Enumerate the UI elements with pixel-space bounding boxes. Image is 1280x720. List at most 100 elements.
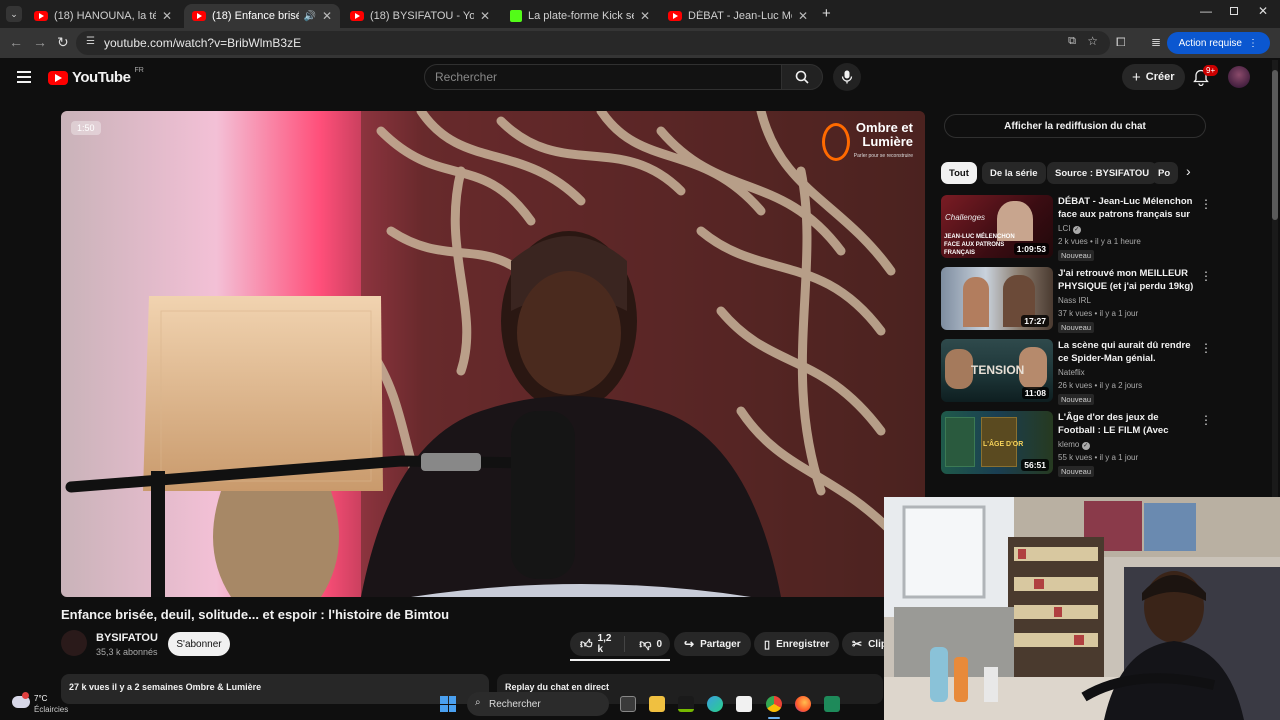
recommendation-title: La scène qui aurait dû rendre ce Spider-… xyxy=(1058,340,1191,364)
plus-icon: + xyxy=(1132,68,1141,86)
scrollbar-thumb[interactable] xyxy=(1272,70,1278,220)
recommendation-item[interactable]: Challenges JEAN-LUC MÉLENCHON FACE AUX P… xyxy=(941,195,1212,261)
chip-source[interactable]: Source : BYSIFATOU xyxy=(1047,162,1158,184)
maximize-window-icon[interactable] xyxy=(1230,7,1238,15)
tab-list-chevron-icon[interactable]: ⌄ xyxy=(6,6,22,22)
browser-address-bar: ← → ↻ ☰ youtube.com/watch?v=BribWlmB3zE … xyxy=(0,28,1280,58)
chips-next-chevron-icon[interactable]: › xyxy=(1186,163,1191,179)
browser-tab-debat[interactable]: DÉBAT - Jean-Luc Mélenchon fa ✕ xyxy=(660,4,816,28)
action-required-button[interactable]: Action requise ⋮ xyxy=(1166,32,1270,54)
windows-taskbar: 7°C Éclaircies ⌕ Rechercher xyxy=(0,688,884,720)
video-duration: 1:09:53 xyxy=(1013,243,1049,255)
forward-arrow-icon[interactable]: → xyxy=(33,34,47,50)
taskbar-search[interactable]: ⌕ Rechercher xyxy=(467,692,609,716)
reading-list-icon[interactable]: ≣ xyxy=(1151,35,1161,49)
reload-icon[interactable]: ↻ xyxy=(57,34,69,51)
more-options-icon[interactable]: ⋮ xyxy=(1200,413,1212,427)
more-options-icon[interactable]: ⋮ xyxy=(1200,197,1212,211)
create-button[interactable]: + Créer xyxy=(1122,64,1185,90)
new-badge: Nouveau xyxy=(1058,394,1095,405)
close-tab-icon[interactable]: ✕ xyxy=(322,9,332,23)
chip-series[interactable]: De la série xyxy=(982,162,1046,184)
browser-tab-kick[interactable]: La plate-forme Kick sera-t-elle ✕ xyxy=(502,4,658,28)
video-thumbnail[interactable]: Challenges JEAN-LUC MÉLENCHON FACE AUX P… xyxy=(941,195,1053,258)
close-tab-icon[interactable]: ✕ xyxy=(640,9,650,23)
close-tab-icon[interactable]: ✕ xyxy=(798,9,808,23)
close-window-icon[interactable]: ✕ xyxy=(1258,4,1268,18)
edge-browser-icon[interactable] xyxy=(707,696,723,712)
close-tab-icon[interactable]: ✕ xyxy=(162,9,172,23)
new-tab-plus-icon[interactable]: + xyxy=(822,5,831,22)
video-thumbnail[interactable]: 17:27 xyxy=(941,267,1053,330)
back-arrow-icon[interactable]: ← xyxy=(9,34,23,50)
channel-name-text: klemo xyxy=(1058,440,1080,449)
video-thumbnail[interactable]: L'ÂGE D'OR 56:51 xyxy=(941,411,1053,474)
nvidia-icon[interactable] xyxy=(678,696,694,712)
site-info-icon[interactable]: ☰ xyxy=(86,36,95,47)
install-app-icon[interactable]: ⧉ xyxy=(1068,35,1076,48)
new-badge: Nouveau xyxy=(1058,322,1095,333)
youtube-favicon-icon xyxy=(668,11,682,21)
recommendation-item[interactable]: TENSION 11:08 La scène qui aurait dû ren… xyxy=(941,339,1212,405)
search-input[interactable]: Rechercher xyxy=(424,64,782,90)
speaker-icon[interactable]: 🔊 xyxy=(303,11,315,22)
more-options-icon[interactable]: ⋮ xyxy=(1200,341,1212,355)
thumbnail-brand-text: Challenges xyxy=(945,213,986,222)
thumbnail-caption: JEAN-LUC MÉLENCHON FACE AUX PATRONS FRAN… xyxy=(944,234,1015,256)
chrome-browser-icon[interactable] xyxy=(766,696,782,712)
chip-all[interactable]: Tout xyxy=(941,162,977,184)
url-field[interactable]: ☰ youtube.com/watch?v=BribWlmB3zE ⧉ ☆ xyxy=(76,31,1110,55)
discord-icon[interactable] xyxy=(824,696,840,712)
channel-avatar[interactable] xyxy=(61,630,87,656)
more-options-icon[interactable]: ⋮ xyxy=(1200,269,1212,283)
account-avatar[interactable] xyxy=(1228,66,1250,88)
notification-count-badge: 9+ xyxy=(1203,65,1219,76)
hamburger-menu-icon[interactable] xyxy=(17,71,31,83)
thumbs-down-icon: 👎︎ xyxy=(639,636,652,651)
chip-more[interactable]: Po xyxy=(1152,162,1178,184)
extensions-icon[interactable]: ⧠ xyxy=(1116,35,1126,50)
recommendation-meta: 55 k vues • il y a 1 jour xyxy=(1058,453,1139,462)
browser-tab-enfance[interactable]: (18) Enfance brisée, deuil, s 🔊 ✕ xyxy=(184,4,340,28)
share-button[interactable]: ↪ Partager xyxy=(674,632,751,656)
video-thumbnail[interactable]: TENSION 11:08 xyxy=(941,339,1053,402)
temperature-text: 7°C xyxy=(34,694,48,703)
clip-button[interactable]: ✂ Clip xyxy=(842,632,884,656)
weather-widget[interactable]: 7°C Éclaircies xyxy=(10,690,80,718)
clip-label: Clip xyxy=(868,638,884,650)
windows-start-icon[interactable] xyxy=(440,696,456,712)
dislike-button[interactable]: 👎︎ 0 xyxy=(631,637,670,652)
scissors-icon: ✂ xyxy=(852,637,863,651)
thumbnail-caption: TENSION xyxy=(971,363,1025,377)
minimize-window-icon[interactable]: — xyxy=(1200,4,1212,18)
recommendation-item[interactable]: 17:27 J'ai retrouvé mon MEILLEUR PHYSIQU… xyxy=(941,267,1212,333)
video-player[interactable]: 1:50 Ombre et Lumière Parler pour se rec… xyxy=(61,111,925,597)
voice-search-button[interactable] xyxy=(833,63,861,91)
youtube-logo[interactable]: YouTube FR xyxy=(48,67,144,86)
subscribe-button[interactable]: S'abonner xyxy=(168,632,230,656)
bookmark-icon: ▯ xyxy=(764,638,771,651)
channel-name[interactable]: BYSIFATOU xyxy=(96,632,158,644)
recommendation-meta: 26 k vues • il y a 2 jours xyxy=(1058,381,1143,390)
browser-tab-strip: ⌄ (18) HANOUNA, la télé français ✕ (18) … xyxy=(0,0,1280,28)
bookmark-star-icon[interactable]: ☆ xyxy=(1087,34,1098,48)
save-button[interactable]: ▯ Enregistrer xyxy=(754,632,840,656)
like-button[interactable]: 👍︎ 1,2 k xyxy=(570,633,626,655)
firefox-browser-icon[interactable] xyxy=(795,696,811,712)
weather-condition-text: Éclaircies xyxy=(34,705,69,714)
create-label: Créer xyxy=(1145,71,1175,83)
browser-tab-bysifatou[interactable]: (18) BYSIFATOU - YouTube ✕ xyxy=(342,4,498,28)
kebab-menu-icon: ⋮ xyxy=(1248,37,1258,49)
search-button[interactable] xyxy=(781,64,823,90)
close-tab-icon[interactable]: ✕ xyxy=(480,9,490,23)
browser-tab-hanouna[interactable]: (18) HANOUNA, la télé français ✕ xyxy=(26,4,180,28)
like-underline xyxy=(570,659,670,661)
show-chat-replay-button[interactable]: Afficher la rediffusion du chat xyxy=(944,114,1206,138)
search-icon: ⌕ xyxy=(475,697,481,708)
file-explorer-icon[interactable] xyxy=(649,696,665,712)
task-view-icon[interactable] xyxy=(620,696,636,712)
recommendation-item[interactable]: L'ÂGE D'OR 56:51 L'Âge d'or des jeux de … xyxy=(941,411,1212,477)
video-frame-scene xyxy=(61,111,925,597)
search-icon xyxy=(795,70,809,84)
microsoft-store-icon[interactable] xyxy=(736,696,752,712)
